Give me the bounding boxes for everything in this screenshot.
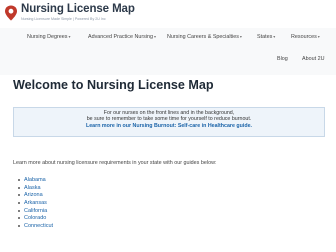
chevron-down-icon: ▾ <box>317 34 320 39</box>
nav-label: Resources <box>291 34 317 40</box>
nav-label: Advanced Practice Nursing <box>88 34 154 40</box>
intro-text: Learn more about nursing licensure requi… <box>13 160 217 166</box>
state-link-arizona[interactable]: Arizona <box>18 192 53 200</box>
nav-item-advanced-practice[interactable]: Advanced Practice Nursing▾ <box>88 34 156 40</box>
bullet-icon <box>18 179 20 181</box>
chevron-down-icon: ▾ <box>68 34 71 39</box>
burnout-notice: For our nurses on the front lines and in… <box>13 107 325 137</box>
nav-item-careers-specialties[interactable]: Nursing Careers & Specialties▾ <box>167 34 242 40</box>
bullet-icon <box>18 186 20 189</box>
main-nav: Nursing Degrees▾ Advanced Practice Nursi… <box>0 28 336 76</box>
state-link-label: Arkansas <box>24 200 47 207</box>
nav-item-blog[interactable]: Blog <box>277 56 288 62</box>
bullet-icon <box>18 209 20 212</box>
bullet-icon <box>18 194 20 197</box>
burnout-guide-link[interactable]: Learn more in our Nursing Burnout: Self-… <box>14 123 324 129</box>
state-link-label: Arizona <box>24 192 43 199</box>
state-link-label: California <box>24 207 48 214</box>
bullet-icon <box>18 225 20 228</box>
state-link-california[interactable]: California <box>18 208 53 216</box>
chevron-down-icon: ▾ <box>239 34 242 39</box>
state-link-label: Alabama <box>24 177 46 183</box>
site-header: Nursing License Map Nursing Licensure Ma… <box>0 0 336 28</box>
nav-label: About 2U <box>302 56 325 62</box>
nav-item-about[interactable]: About 2U <box>302 56 324 62</box>
map-pin-logo-icon[interactable] <box>4 5 18 21</box>
state-link-alaska[interactable]: Alaska <box>18 185 53 193</box>
state-link-colorado[interactable]: Colorado <box>18 215 53 223</box>
state-link-alabama[interactable]: Alabama <box>18 177 53 185</box>
nav-label: Blog <box>277 56 288 62</box>
state-link-label: Alaska <box>24 184 41 191</box>
nav-label: Nursing Degrees <box>27 34 68 40</box>
bullet-icon <box>18 217 20 220</box>
site-title[interactable]: Nursing License Map <box>21 3 135 15</box>
state-link-connecticut[interactable]: Connecticut <box>18 223 53 231</box>
nav-item-states[interactable]: States▾ <box>257 34 275 40</box>
page-title: Welcome to Nursing License Map <box>13 78 214 92</box>
state-link-label: Colorado <box>24 215 47 222</box>
chevron-down-icon: ▾ <box>273 34 276 39</box>
state-link-arkansas[interactable]: Arkansas <box>18 200 53 208</box>
chevron-down-icon: ▾ <box>154 34 157 39</box>
state-link-label: Connecticut <box>24 223 54 230</box>
nav-label: States <box>257 34 273 40</box>
nav-label: Nursing Careers & Specialties <box>167 34 239 40</box>
bullet-icon <box>18 202 20 205</box>
site-tagline: Nursing Licensure Made Simple | Powered … <box>21 17 106 21</box>
state-guide-list: Alabama Alaska Arizona Arkansas Californ… <box>18 177 53 231</box>
nav-item-nursing-degrees[interactable]: Nursing Degrees▾ <box>27 34 70 40</box>
nav-item-resources[interactable]: Resources▾ <box>291 34 320 40</box>
